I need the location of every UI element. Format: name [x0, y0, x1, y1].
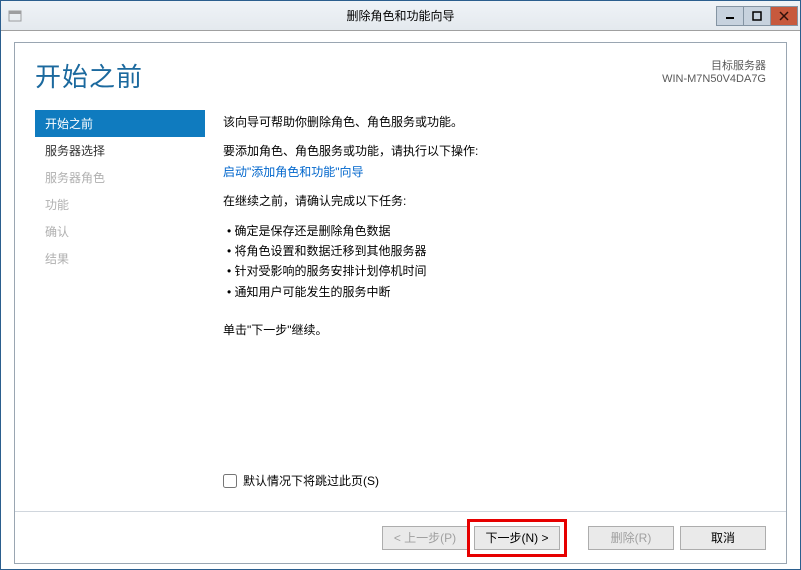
step-before-you-begin[interactable]: 开始之前: [35, 110, 205, 137]
task-item: 通知用户可能发生的服务中断: [227, 282, 758, 302]
task-item: 将角色设置和数据迁移到其他服务器: [227, 241, 758, 261]
step-confirmation: 确认: [35, 218, 205, 245]
target-server-label: 目标服务器: [662, 57, 766, 73]
task-item: 针对受影响的服务安排计划停机时间: [227, 261, 758, 281]
step-features: 功能: [35, 191, 205, 218]
cancel-button[interactable]: 取消: [680, 526, 766, 550]
wizard-steps: 开始之前 服务器选择 服务器角色 功能 确认 结果: [35, 102, 205, 491]
add-roles-link[interactable]: 启动"添加角色和功能"向导: [223, 165, 364, 179]
task-list: 确定是保存还是删除角色数据 将角色设置和数据迁移到其他服务器 针对受影响的服务安…: [223, 221, 758, 303]
task-item: 确定是保存还是删除角色数据: [227, 221, 758, 241]
step-results: 结果: [35, 245, 205, 272]
wizard-frame: 开始之前 目标服务器 WIN-M7N50V4DA7G 开始之前 服务器选择 服务…: [14, 42, 787, 564]
close-button[interactable]: [770, 6, 798, 26]
wizard-footer: < 上一步(P) 下一步(N) > 删除(R) 取消: [15, 511, 786, 563]
titlebar: 删除角色和功能向导: [1, 1, 800, 31]
main-content: 该向导可帮助你删除角色、角色服务或功能。 要添加角色、角色服务或功能，请执行以下…: [205, 102, 766, 491]
page-title: 开始之前: [35, 57, 143, 94]
skip-page-label: 默认情况下将跳过此页(S): [243, 471, 379, 491]
skip-page-checkbox[interactable]: [223, 474, 237, 488]
app-icon: [7, 8, 23, 24]
target-server-name: WIN-M7N50V4DA7G: [662, 73, 766, 85]
intro-text: 该向导可帮助你删除角色、角色服务或功能。: [223, 112, 758, 132]
remove-button: 删除(R): [588, 526, 674, 550]
step-server-roles: 服务器角色: [35, 164, 205, 191]
wizard-header: 开始之前 目标服务器 WIN-M7N50V4DA7G: [15, 43, 786, 102]
window-title: 删除角色和功能向导: [0, 7, 801, 24]
minimize-button[interactable]: [716, 6, 744, 26]
next-button[interactable]: 下一步(N) >: [474, 526, 560, 550]
continue-text: 单击"下一步"继续。: [223, 320, 758, 340]
before-continue-text: 在继续之前，请确认完成以下任务:: [223, 191, 758, 211]
previous-button: < 上一步(P): [382, 526, 468, 550]
step-server-selection[interactable]: 服务器选择: [35, 137, 205, 164]
maximize-button[interactable]: [743, 6, 771, 26]
add-roles-text: 要添加角色、角色服务或功能，请执行以下操作:: [223, 144, 478, 158]
